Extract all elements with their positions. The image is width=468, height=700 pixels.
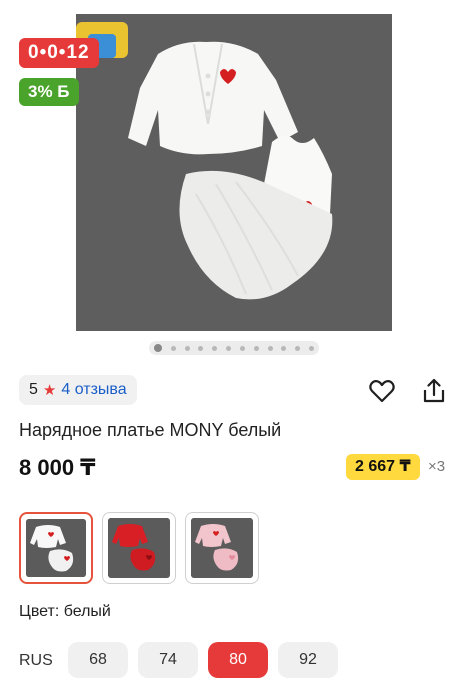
gallery-dot[interactable] (184, 345, 190, 351)
share-icon[interactable] (419, 376, 449, 406)
gallery-dot[interactable] (154, 344, 162, 352)
bonus-badge: 3% Б (19, 78, 79, 106)
color-thumb-image (191, 518, 253, 578)
reviews-link[interactable]: 4 отзыва (61, 381, 126, 399)
color-option-red[interactable] (102, 512, 176, 584)
color-label: Цвет: белый (19, 603, 111, 620)
heart-icon[interactable] (367, 376, 397, 406)
gallery-dot[interactable] (267, 345, 273, 351)
product-price: 8 000 ₸ (19, 455, 96, 480)
gallery-dot[interactable] (212, 345, 218, 351)
rating-value: 5 (29, 381, 38, 398)
installment-multiplier: ×3 (428, 458, 446, 475)
gallery-dot[interactable] (239, 345, 245, 351)
size-option-68[interactable]: 68 (68, 642, 128, 678)
gallery-pagination[interactable] (149, 341, 319, 355)
size-option-74[interactable]: 74 (138, 642, 198, 678)
star-icon: ★ (42, 382, 57, 399)
installment-badge[interactable]: 2 667 ₸ (346, 454, 420, 480)
timer-badge: 0•0•12 (19, 38, 99, 68)
gallery-dot[interactable] (253, 345, 259, 351)
gallery-dot[interactable] (308, 345, 314, 351)
product-gallery[interactable]: 0•0•12 3% Б (0, 0, 468, 355)
size-system-label: RUS (19, 652, 53, 669)
gallery-dot[interactable] (198, 345, 204, 351)
color-thumb-image (26, 519, 86, 577)
size-option-80[interactable]: 80 (208, 642, 268, 678)
color-option-white[interactable] (19, 512, 93, 584)
size-option-92[interactable]: 92 (278, 642, 338, 678)
color-thumb-image (108, 518, 170, 578)
gallery-dot[interactable] (281, 345, 287, 351)
product-photo[interactable] (76, 14, 392, 331)
gallery-dot[interactable] (295, 345, 301, 351)
product-title: Нарядное платье MONY белый (19, 420, 282, 440)
gallery-dot[interactable] (170, 345, 176, 351)
color-option-pink[interactable] (185, 512, 259, 584)
gallery-dot[interactable] (226, 345, 232, 351)
rating-chip[interactable]: 5 ★ 4 отзыва (19, 375, 137, 405)
